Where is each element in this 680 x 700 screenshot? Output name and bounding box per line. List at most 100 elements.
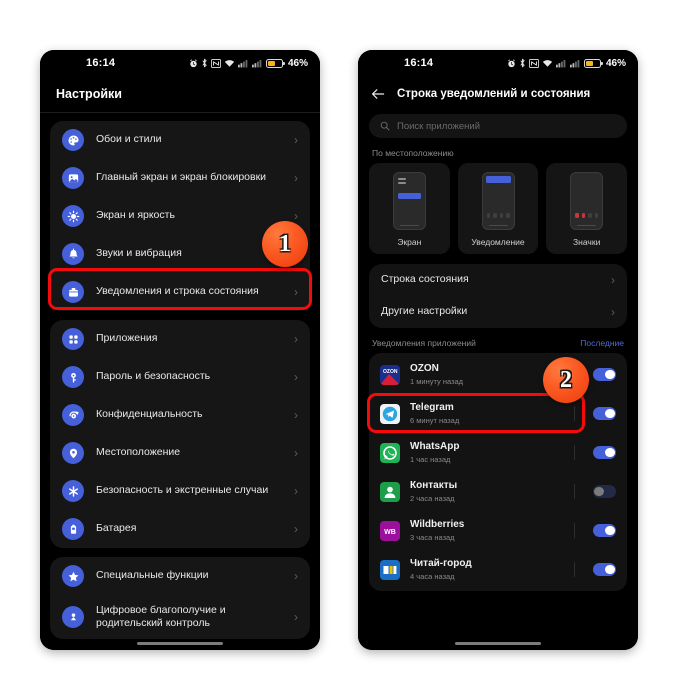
chevron-right-icon: › (294, 285, 298, 299)
notif-setting-label: Строка состояния (381, 273, 469, 286)
notif-setting-row-2[interactable]: Другие настройки › (369, 296, 627, 328)
apps-section-caption: Уведомления приложений (372, 338, 476, 348)
app-notification-row[interactable]: Читай-город 4 часа назад (369, 550, 627, 589)
whatsapp-icon (380, 442, 400, 463)
back-arrow-icon[interactable] (370, 86, 386, 102)
settings-item-label: Пароль и безопасность (96, 370, 211, 383)
right-content: Поиск приложений По местоположению Экран (358, 112, 638, 650)
image-icon (62, 167, 84, 189)
screen-preview (392, 172, 426, 230)
apps-section-link[interactable]: Последние (580, 338, 624, 348)
app-time: 3 часа назад (410, 533, 455, 542)
settings-item-2-5[interactable]: Безопасность и экстренные случаи › (50, 472, 310, 510)
app-notification-toggle[interactable] (593, 524, 616, 537)
settings-item-1-5[interactable]: Уведомления и строка состояния › (50, 273, 310, 311)
right-status-bar: 16:14 46% (358, 50, 638, 76)
app-text: Telegram 6 минут назад (410, 402, 564, 425)
left-settings-list[interactable]: Обои и стили › Главный экран и экран блоки… (40, 112, 320, 650)
ozon-icon: OZON (380, 364, 400, 385)
settings-item-2-3[interactable]: Конфиденциальность › (50, 396, 310, 434)
emergency-star-icon (62, 480, 84, 502)
privacy-hand-icon (62, 404, 84, 426)
row-separator (574, 523, 575, 538)
settings-item-label: Цифровое благополучие и родительский кон… (96, 603, 226, 629)
app-notification-toggle[interactable] (593, 407, 616, 420)
app-time: 6 минут назад (410, 416, 460, 425)
svg-text:OZON: OZON (383, 369, 398, 375)
app-notifications-list: OZON OZON 1 минуту назад Telegram 6 минут на… (369, 353, 627, 591)
battery-icon (583, 58, 603, 68)
app-notification-toggle[interactable] (593, 563, 616, 576)
page-title: Строка уведомлений и состояния (397, 88, 591, 100)
app-notification-toggle[interactable] (593, 446, 616, 459)
wildberries-icon: WB (380, 520, 400, 541)
notif-setting-row-1[interactable]: Строка состояния › (369, 264, 627, 296)
left-status-bar: 16:14 46% (40, 50, 320, 76)
location-pin-icon (62, 442, 84, 464)
app-notification-row[interactable]: WhatsApp 1 час назад (369, 433, 627, 472)
settings-item-2-6[interactable]: Батарея › (50, 510, 310, 548)
app-name: Контакты (410, 480, 458, 491)
settings-item-label: Безопасность и экстренные случаи (96, 484, 269, 497)
right-screen: 16:14 46% Строка уведомлений и состояния (358, 50, 638, 650)
step-badge-2: 2 (543, 357, 589, 403)
brightness-icon (62, 205, 84, 227)
signal-sim1-icon (555, 59, 566, 67)
signal-sim2-icon (569, 59, 580, 67)
search-input[interactable]: Поиск приложений (369, 114, 627, 138)
settings-item-label: Главный экран и экран блокировки (96, 171, 267, 184)
row-separator (574, 484, 575, 499)
settings-item-label: Специальные функции (96, 569, 209, 582)
status-time: 16:14 (86, 57, 116, 69)
left-title-bar: Настройки (40, 76, 320, 112)
app-notification-row[interactable]: Telegram 6 минут назад (369, 394, 627, 433)
star-icon (62, 565, 84, 587)
home-indicator (455, 642, 541, 645)
chevron-right-icon: › (294, 133, 298, 147)
settings-item-label: Приложения (96, 332, 158, 345)
app-notification-toggle[interactable] (593, 368, 616, 381)
settings-item-3-2[interactable]: Цифровое благополучие и родительский кон… (50, 595, 310, 639)
chevron-right-icon: › (294, 446, 298, 460)
settings-item-label: Экран и яркость (96, 209, 175, 222)
settings-item-2-1[interactable]: Приложения › (50, 320, 310, 358)
screenshot-canvas: 16:14 46% Настройки Обои и стили › Главный… (0, 0, 680, 700)
phone-left-settings: 16:14 46% Настройки Обои и стили › Главный… (40, 50, 320, 650)
app-notification-row[interactable]: Контакты 2 часа назад (369, 472, 627, 511)
app-text: Контакты 2 часа назад (410, 480, 564, 503)
chitaigorod-icon (380, 559, 400, 580)
settings-item-3-1[interactable]: Специальные функции › (50, 557, 310, 595)
battery-percent: 46% (287, 57, 308, 69)
phone-right-notifications: 16:14 46% Строка уведомлений и состояния (358, 50, 638, 650)
bluetooth-icon (202, 58, 207, 68)
telegram-icon (380, 403, 400, 424)
alarm-icon (190, 58, 197, 67)
signal-sim2-icon (251, 59, 262, 67)
settings-item-2-4[interactable]: Местоположение › (50, 434, 310, 472)
chevron-right-icon: › (294, 408, 298, 422)
wifi-icon (542, 59, 553, 67)
settings-item-1-2[interactable]: Главный экран и экран блокировки › (50, 159, 310, 197)
key-icon (62, 366, 84, 388)
app-name: WhatsApp (410, 441, 460, 452)
palette-icon (62, 129, 84, 151)
settings-item-2-2[interactable]: Пароль и безопасность › (50, 358, 310, 396)
home-indicator (137, 642, 223, 645)
tile-label: Уведомление (471, 237, 525, 247)
location-section-caption: По местоположению (372, 148, 454, 158)
notification-box-icon (62, 281, 84, 303)
app-notification-row[interactable]: WB Wildberries 3 часа назад (369, 511, 627, 550)
search-placeholder: Поиск приложений (397, 120, 481, 132)
tile-notification[interactable]: Уведомление (457, 163, 539, 254)
chevron-right-icon: › (294, 484, 298, 498)
app-notification-toggle[interactable] (593, 485, 616, 498)
step-badge-1: 1 (262, 221, 308, 267)
notification-preview (481, 172, 515, 230)
tile-screen[interactable]: Экран (369, 163, 450, 254)
tile-badges[interactable]: Значки (546, 163, 628, 254)
chevron-right-icon: › (611, 273, 615, 287)
settings-group: Специальные функции › Цифровое благополучи… (50, 557, 310, 639)
battery-percent: 46% (605, 57, 626, 69)
settings-item-1-1[interactable]: Обои и стили › (50, 121, 310, 159)
notif-setting-label: Другие настройки (381, 305, 468, 318)
